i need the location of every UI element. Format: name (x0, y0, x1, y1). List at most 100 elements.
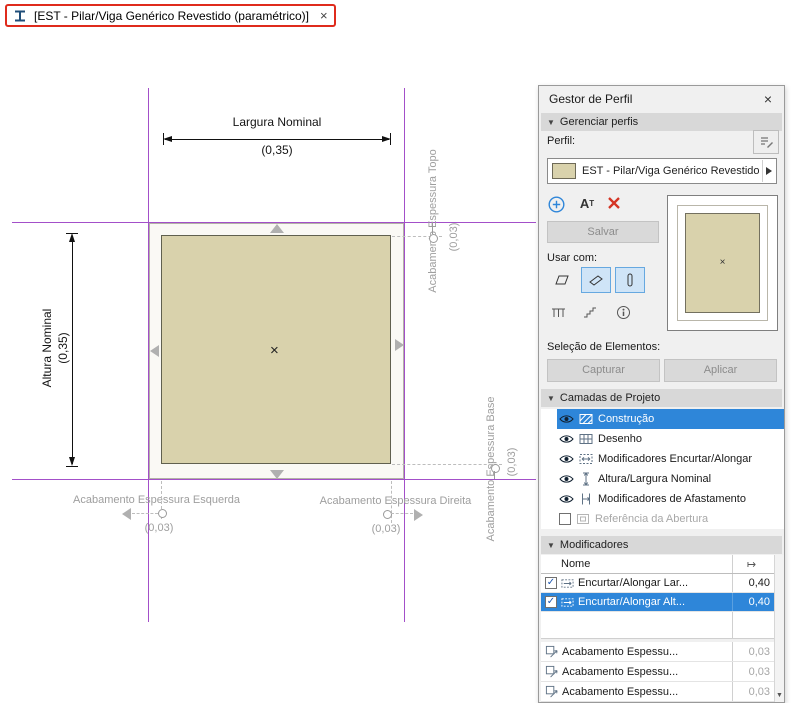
profile-settings-button[interactable] (753, 130, 779, 154)
dim-largura-value: (0,35) (163, 143, 391, 157)
layer-row-altura-largura[interactable]: Altura/Largura Nominal (541, 469, 784, 489)
dim-esquerda-anchor[interactable] (158, 509, 167, 518)
dim-altura-label: Altura Nominal (40, 233, 54, 463)
dim-altura-value: (0,35) (56, 233, 70, 463)
modifier-label: Acabamento Espessu... (562, 666, 678, 678)
modifiers-scrollbar[interactable]: ▼ (774, 555, 784, 702)
profile-origin-mark[interactable]: × (270, 343, 279, 358)
eye-icon (559, 434, 574, 444)
dropdown-arrow-icon[interactable] (766, 167, 772, 175)
layer-label: Referência da Abertura (595, 513, 708, 525)
dim-direita-anchor[interactable] (383, 510, 392, 519)
delete-profile-button[interactable] (607, 196, 621, 210)
modifier-handle-left[interactable] (150, 345, 159, 357)
eye-icon (559, 474, 574, 484)
offset-column-icon[interactable]: ↦ (732, 555, 774, 573)
dim-direita-label: Acabamento Espessura Direita (318, 495, 473, 507)
scroll-down-icon[interactable]: ▼ (775, 689, 784, 702)
finish-modifier-row[interactable]: Acabamento Espessu... 0,03 (541, 662, 774, 682)
new-profile-button[interactable] (547, 195, 565, 213)
section-camadas-projeto[interactable]: ▼Camadas de Projeto (541, 389, 782, 407)
salvar-button[interactable]: Salvar (547, 221, 659, 243)
capturar-button[interactable]: Capturar (547, 359, 660, 382)
section-gerenciar-label: Gerenciar perfis (560, 116, 638, 128)
modifier-handle-bottom[interactable] (270, 470, 284, 479)
modifier-value[interactable]: 0,03 (732, 662, 774, 681)
info-icon[interactable] (613, 302, 633, 322)
selecao-label: Seleção de Elementos: (547, 341, 660, 353)
layer-row-referencia-abertura[interactable]: Referência da Abertura (541, 509, 784, 529)
profile-dropdown[interactable]: EST - Pilar/Viga Genérico Revestido (p..… (547, 158, 777, 184)
rename-profile-button[interactable]: AT (577, 194, 597, 212)
dim-largura-arrow-right (382, 136, 391, 142)
drawing-layer-icon (579, 432, 593, 446)
dim-topo-stem (432, 222, 433, 234)
layer-row-construcao[interactable]: Construção (541, 409, 784, 429)
profile-dropdown-value: EST - Pilar/Viga Genérico Revestido (p..… (582, 165, 759, 177)
finish-modifier-row[interactable]: Acabamento Espessu... 0,03 (541, 682, 774, 702)
dim-topo-anchor[interactable] (429, 234, 438, 243)
modifier-value[interactable]: 0,03 (732, 642, 774, 661)
collapse-triangle-icon: ▼ (547, 118, 555, 127)
aplicar-button[interactable]: Aplicar (664, 359, 777, 382)
checkbox-checked[interactable]: ✓ (545, 577, 557, 589)
dropdown-separator (762, 160, 763, 182)
layer-row-desenho[interactable]: Desenho (541, 429, 784, 449)
modifier-label: Encurtar/Alongar Lar... (578, 577, 688, 589)
application-window: [EST - Pilar/Viga Genérico Revestido (pa… (0, 0, 794, 703)
modifier-arrow-bottom-right[interactable] (414, 509, 423, 521)
modifier-value[interactable]: 0,40 (732, 593, 774, 611)
palette-close-icon[interactable]: × (760, 91, 776, 107)
dim-base-stem (494, 471, 495, 479)
profile-manager-palette: Gestor de Perfil × ▼Gerenciar perfis Per… (538, 85, 785, 703)
stretch-modifier-icon (561, 596, 574, 609)
use-with-beam-toggle[interactable] (581, 267, 611, 293)
use-with-wall-toggle[interactable] (547, 267, 577, 293)
modifier-value[interactable]: 0,40 (732, 574, 774, 592)
dim-largura-arrow-left (163, 136, 172, 142)
checkbox-checked[interactable]: ✓ (545, 596, 557, 608)
stretch-modifier-icon (561, 577, 574, 590)
profile-swatch (552, 163, 576, 179)
palette-title: Gestor de Perfil (539, 86, 784, 112)
modifier-row-largura[interactable]: ✓ Encurtar/Alongar Lar... 0,40 (541, 574, 774, 593)
dim-topo-label: Acabamento Espessura Topo (426, 140, 440, 302)
beam-icon (589, 273, 603, 287)
use-with-column-toggle[interactable] (615, 267, 645, 293)
construction-line-vertical-left[interactable] (148, 88, 149, 622)
eye-icon (559, 494, 574, 504)
modifiers-table: Nome ↦ ✓ Encurtar/Alongar Lar... 0,40 ✓ … (541, 555, 774, 702)
use-with-stair-icon[interactable] (579, 302, 601, 322)
modifier-handle-right[interactable] (395, 339, 404, 351)
modifier-value[interactable]: 0,03 (732, 682, 774, 701)
modifier-arrow-bottom-left[interactable] (122, 508, 131, 520)
construction-line-horizontal-bottom[interactable] (12, 479, 536, 480)
dim-base-anchor[interactable] (491, 464, 500, 473)
finish-modifier-icon (545, 645, 558, 658)
layer-checkbox-unchecked[interactable] (559, 513, 571, 525)
design-layers-list: Construção Desenho Modificadores Encurta… (541, 409, 784, 529)
section-gerenciar-perfis[interactable]: ▼ Gerenciar perfis (541, 113, 782, 131)
dim-altura-line (72, 236, 73, 464)
layer-label: Construção (598, 413, 654, 425)
eye-icon (559, 454, 574, 464)
column-header-nome[interactable]: Nome (541, 555, 732, 573)
layer-row-afastamento[interactable]: Modificadores de Afastamento (541, 489, 784, 509)
use-with-railing-icon[interactable] (547, 302, 569, 322)
section-modificadores[interactable]: ▼Modificadores (541, 536, 782, 554)
modifiers-table-header[interactable]: Nome ↦ (541, 555, 774, 574)
layer-label: Modificadores Encurtar/Alongar (598, 453, 752, 465)
dim-largura-line (165, 139, 389, 140)
construction-layer-icon (579, 412, 593, 426)
modifier-handle-top[interactable] (270, 224, 284, 233)
collapse-triangle-icon: ▼ (547, 541, 555, 550)
column-icon (623, 273, 637, 287)
construction-line-vertical-right[interactable] (404, 88, 405, 622)
modifier-label: Acabamento Espessu... (562, 646, 678, 658)
layer-label: Desenho (598, 433, 642, 445)
modifier-row-altura[interactable]: ✓ Encurtar/Alongar Alt... 0,40 (541, 593, 774, 612)
rename-letter-small: T (589, 199, 594, 208)
finish-modifier-row[interactable]: Acabamento Espessu... 0,03 (541, 642, 774, 662)
finish-modifier-icon (545, 685, 558, 698)
layer-row-encurtar-alongar[interactable]: Modificadores Encurtar/Alongar (541, 449, 784, 469)
